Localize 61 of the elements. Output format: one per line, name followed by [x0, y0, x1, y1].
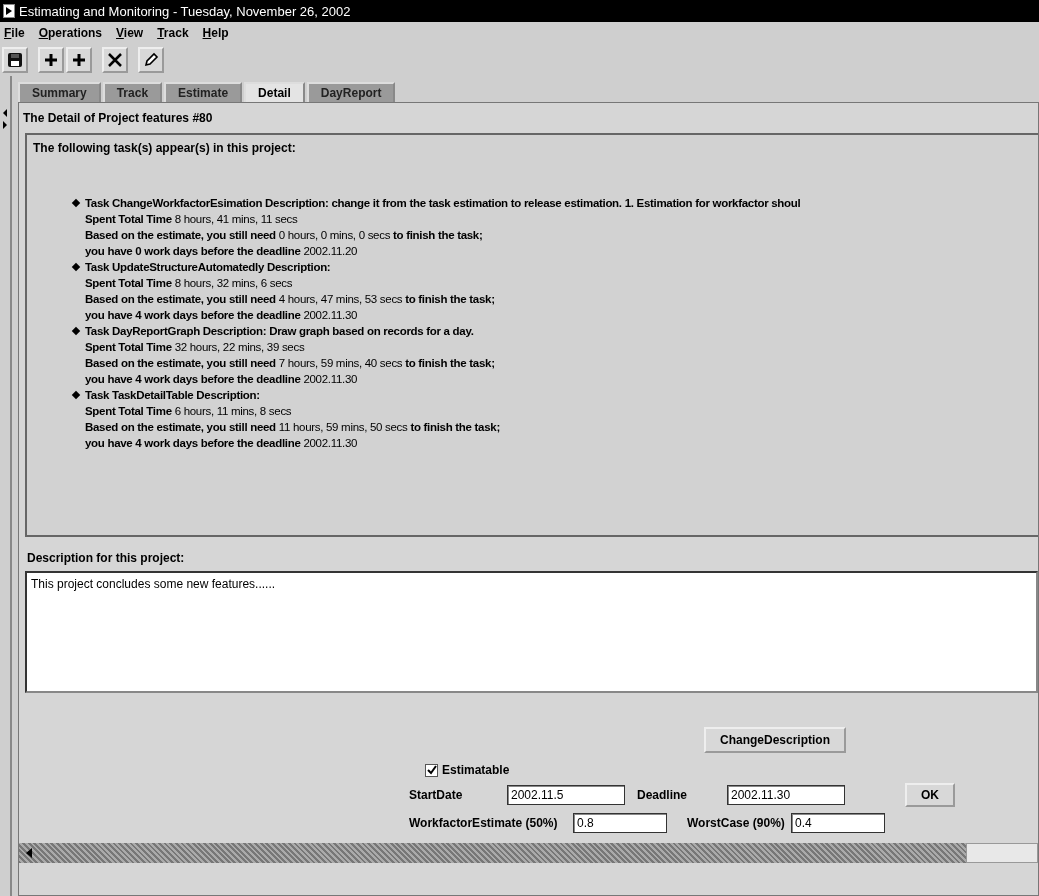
workfactor-label: WorkfactorEstimate (50%): [409, 816, 559, 830]
estimatable-checkbox[interactable]: Estimatable: [409, 763, 1038, 777]
bullet-icon: [71, 198, 81, 208]
checkbox[interactable]: [425, 763, 438, 777]
task-text: Based on the estimate, you still need 7 hours, 59 mins, 40 secs to finish the task;: [85, 356, 495, 371]
add-button[interactable]: [38, 47, 64, 73]
task-text: Task TaskDetailTable Description:: [85, 388, 261, 403]
deadline-label: Deadline: [636, 788, 688, 802]
description-field[interactable]: This project concludes some new features......: [25, 571, 1038, 693]
workfactor-field[interactable]: 0.8: [573, 813, 667, 833]
horizontal-scrollbar[interactable]: [19, 843, 1038, 863]
tab[interactable]: DayReport: [306, 82, 396, 102]
app-icon: [3, 4, 15, 18]
deadline-field[interactable]: 2002.11.30: [727, 785, 845, 805]
save-button[interactable]: [2, 47, 28, 73]
task-text: you have 4 work days before the deadline 2002.11.30: [85, 372, 359, 387]
pencil-icon: [143, 52, 159, 68]
task-text: you have 0 work days before the deadline 2002.11.20: [85, 244, 359, 259]
intro-text: The following task(s) appear(s) in this project:: [32, 140, 297, 157]
task-text: you have 4 work days before the deadline 2002.11.30: [85, 436, 359, 451]
collapse-arrows-icon[interactable]: [2, 108, 8, 130]
task-text: Based on the estimate, you still need 0 hours, 0 mins, 0 secs to finish the task;: [85, 228, 484, 243]
worst-case-label: WorstCase (90%): [686, 816, 786, 830]
scrollbar-thumb[interactable]: [966, 843, 1038, 863]
edit-button[interactable]: [138, 47, 164, 73]
task-text: Spent Total Time 8 hours, 32 mins, 6 secs: [85, 276, 294, 291]
menu-item[interactable]: Operations: [38, 26, 103, 40]
delete-button[interactable]: [102, 47, 128, 73]
task-text: Task ChangeWorkfactorEsimation Description: change it from the task estimation to release estimation. 1. Estimation for workfactor shoul: [85, 196, 801, 211]
tab[interactable]: Track: [102, 82, 163, 102]
tab[interactable]: Detail: [244, 82, 305, 102]
start-date-field[interactable]: 2002.11.5: [507, 785, 625, 805]
window-title: Estimating and Monitoring - Tuesday, November 26, 2002: [19, 3, 351, 19]
menu-item[interactable]: File: [4, 26, 25, 40]
bullet-icon: [71, 262, 81, 272]
scroll-left-icon[interactable]: [25, 848, 33, 858]
ok-button[interactable]: OK: [905, 783, 955, 807]
bullet-icon: [71, 326, 81, 336]
description-label: Description for this project:: [26, 550, 186, 567]
task-text: Task UpdateStructureAutomatedly Description:: [85, 260, 332, 275]
menu-item[interactable]: Help: [202, 26, 229, 40]
task-text: Spent Total Time 32 hours, 22 mins, 39 secs: [85, 340, 306, 355]
task-text: Spent Total Time 8 hours, 41 mins, 11 secs: [85, 212, 299, 227]
plus-icon: [72, 53, 86, 67]
delete-icon: [108, 53, 122, 67]
plus-icon: [44, 53, 58, 67]
menu-item[interactable]: View: [116, 26, 144, 40]
page-heading: The Detail of Project features #80: [22, 110, 214, 127]
add-button[interactable]: [66, 47, 92, 73]
worst-case-field[interactable]: 0.4: [791, 813, 885, 833]
menu-item[interactable]: Track: [157, 26, 189, 40]
start-date-label: StartDate: [409, 788, 464, 802]
task-text: Spent Total Time 6 hours, 11 mins, 8 secs: [85, 404, 293, 419]
change-description-button[interactable]: ChangeDescription: [704, 727, 846, 753]
task-text: Based on the estimate, you still need 4 hours, 47 mins, 53 secs to finish the task;: [85, 292, 495, 307]
task-text: you have 4 work days before the deadline 2002.11.30: [85, 308, 359, 323]
bullet-icon: [71, 390, 81, 400]
task-text: Task DayReportGraph Description: Draw graph based on records for a day.: [85, 324, 475, 339]
tab[interactable]: Estimate: [164, 82, 243, 102]
task-text: Based on the estimate, you still need 11 hours, 59 mins, 50 secs to finish the task;: [85, 420, 500, 435]
tab[interactable]: Summary: [18, 82, 101, 102]
